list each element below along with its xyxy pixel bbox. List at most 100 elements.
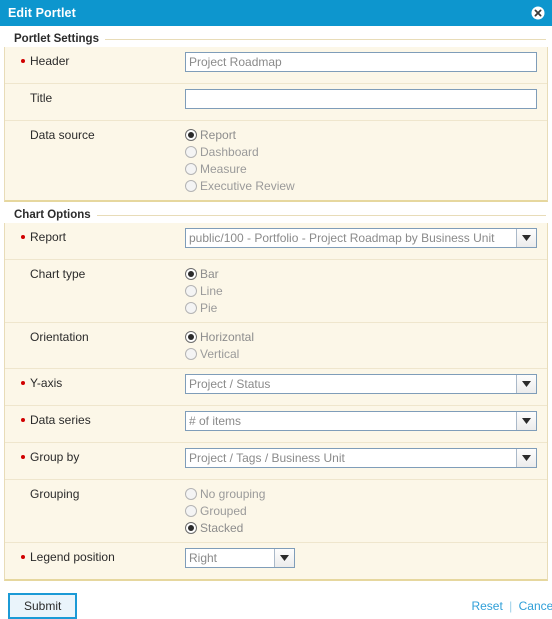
chart-type-radio-group: Bar Line Pie [185, 265, 537, 316]
section-divider [96, 214, 546, 216]
field-label-y-axis: Y-axis [30, 376, 63, 390]
section-title-portlet-settings: Portlet Settings [14, 33, 99, 45]
radio-grouping-grouped[interactable]: Grouped [185, 503, 537, 519]
close-icon[interactable] [531, 6, 545, 20]
field-label-data-source-wrap: Data source [5, 126, 185, 144]
dialog-title: Edit Portlet [8, 6, 76, 20]
radio-label: Horizontal [200, 330, 255, 344]
radio-label: No grouping [200, 487, 266, 501]
field-row-orientation: Orientation Horizontal Vertical [5, 323, 547, 369]
radio-mark-icon [185, 180, 197, 192]
radio-mark-icon [185, 302, 197, 314]
radio-label: Dashboard [200, 145, 259, 159]
data-source-radio-group: Report Dashboard Measure Executive Revie… [185, 126, 537, 194]
radio-data-source-report[interactable]: Report [185, 127, 537, 143]
radio-chart-type-line[interactable]: Line [185, 283, 537, 299]
field-row-group-by: Group by Project / Tags / Business Unit [5, 443, 547, 480]
field-control-header [185, 52, 547, 72]
section-divider [104, 38, 546, 40]
radio-label: Pie [200, 301, 218, 315]
report-select[interactable]: public/100 - Portfolio - Project Roadmap… [185, 228, 537, 248]
dialog-body: Portlet Settings Header Title [0, 26, 552, 619]
radio-mark-icon [185, 268, 197, 280]
grouping-radio-group: No grouping Grouped Stacked [185, 485, 537, 536]
field-control-grouping: No grouping Grouped Stacked [185, 485, 547, 537]
section-chart-options: Chart Options Report public/100 - Portfo… [0, 202, 552, 581]
field-row-header: Header [5, 47, 547, 84]
field-row-grouping: Grouping No grouping Grouped Stacked [5, 480, 547, 543]
field-label-chart-type: Chart type [30, 267, 86, 281]
field-control-chart-type: Bar Line Pie [185, 265, 547, 317]
chevron-down-icon [274, 549, 294, 567]
radio-orientation-vertical[interactable]: Vertical [185, 346, 537, 362]
data-series-select-value: # of items [189, 414, 242, 428]
chevron-down-icon [516, 229, 536, 247]
radio-mark-icon [185, 331, 197, 343]
field-row-chart-type: Chart type Bar Line Pie [5, 260, 547, 323]
section-title-chart-options: Chart Options [14, 209, 91, 221]
submit-button[interactable]: Submit [8, 593, 78, 619]
radio-mark-icon [185, 146, 197, 158]
dialog-footer: Submit Reset | Cancel [0, 581, 552, 619]
data-series-select[interactable]: # of items [185, 411, 537, 431]
field-label-header: Header [30, 54, 70, 68]
legend-position-select[interactable]: Right [185, 548, 295, 568]
radio-data-source-executive-review[interactable]: Executive Review [185, 178, 537, 194]
radio-mark-icon [185, 522, 197, 534]
radio-label: Line [200, 284, 223, 298]
field-label-orientation: Orientation [30, 330, 89, 344]
title-input[interactable] [185, 89, 537, 109]
field-control-title [185, 89, 547, 109]
radio-mark-icon [185, 348, 197, 360]
cancel-link[interactable]: Cancel [519, 599, 552, 613]
section-header: Portlet Settings [0, 26, 552, 47]
radio-chart-type-pie[interactable]: Pie [185, 300, 537, 316]
field-label-grouping: Grouping [30, 487, 80, 501]
field-label-group-by: Group by [30, 450, 80, 464]
field-row-legend-position: Legend position Right [5, 543, 547, 579]
section-header: Chart Options [0, 202, 552, 223]
field-control-y-axis: Project / Status [185, 374, 547, 394]
field-control-group-by: Project / Tags / Business Unit [185, 448, 547, 468]
field-label-chart-type-wrap: Chart type [5, 265, 185, 283]
radio-label: Report [200, 128, 237, 142]
field-control-data-series: # of items [185, 411, 547, 431]
field-control-data-source: Report Dashboard Measure Executive Revie… [185, 126, 547, 195]
radio-data-source-measure[interactable]: Measure [185, 161, 537, 177]
group-by-select[interactable]: Project / Tags / Business Unit [185, 448, 537, 468]
radio-orientation-horizontal[interactable]: Horizontal [185, 329, 537, 345]
radio-mark-icon [185, 488, 197, 500]
radio-mark-icon [185, 285, 197, 297]
y-axis-select-value: Project / Status [189, 377, 271, 391]
header-input[interactable] [185, 52, 537, 72]
radio-label: Stacked [200, 521, 244, 535]
portlet-settings-fields: Header Title Data so [4, 47, 548, 202]
y-axis-select[interactable]: Project / Status [185, 374, 537, 394]
field-label-orientation-wrap: Orientation [5, 328, 185, 346]
radio-label: Executive Review [200, 179, 295, 193]
field-label-data-source: Data source [30, 128, 95, 142]
field-row-data-series: Data series # of items [5, 406, 547, 443]
reset-link[interactable]: Reset [471, 599, 502, 613]
field-label-report: Report [30, 230, 67, 244]
radio-grouping-no-grouping[interactable]: No grouping [185, 486, 537, 502]
radio-label: Grouped [200, 504, 247, 518]
chevron-down-icon [516, 449, 536, 467]
radio-data-source-dashboard[interactable]: Dashboard [185, 144, 537, 160]
field-label-group-by-wrap: Group by [5, 448, 185, 466]
radio-mark-icon [185, 129, 197, 141]
field-row-y-axis: Y-axis Project / Status [5, 369, 547, 406]
field-label-data-series-wrap: Data series [5, 411, 185, 429]
radio-chart-type-bar[interactable]: Bar [185, 266, 537, 282]
legend-position-select-value: Right [189, 551, 218, 565]
field-label-title-wrap: Title [5, 89, 185, 107]
radio-grouping-stacked[interactable]: Stacked [185, 520, 537, 536]
chevron-down-icon [516, 412, 536, 430]
field-row-data-source: Data source Report Dashboard Measure Exe… [5, 121, 547, 200]
footer-link-separator: | [509, 599, 513, 613]
field-control-legend-position: Right [185, 548, 547, 568]
field-row-report: Report public/100 - Portfolio - Project … [5, 223, 547, 260]
field-label-data-series: Data series [30, 413, 91, 427]
chevron-down-icon [516, 375, 536, 393]
footer-links: Reset | Cancel [471, 599, 552, 613]
